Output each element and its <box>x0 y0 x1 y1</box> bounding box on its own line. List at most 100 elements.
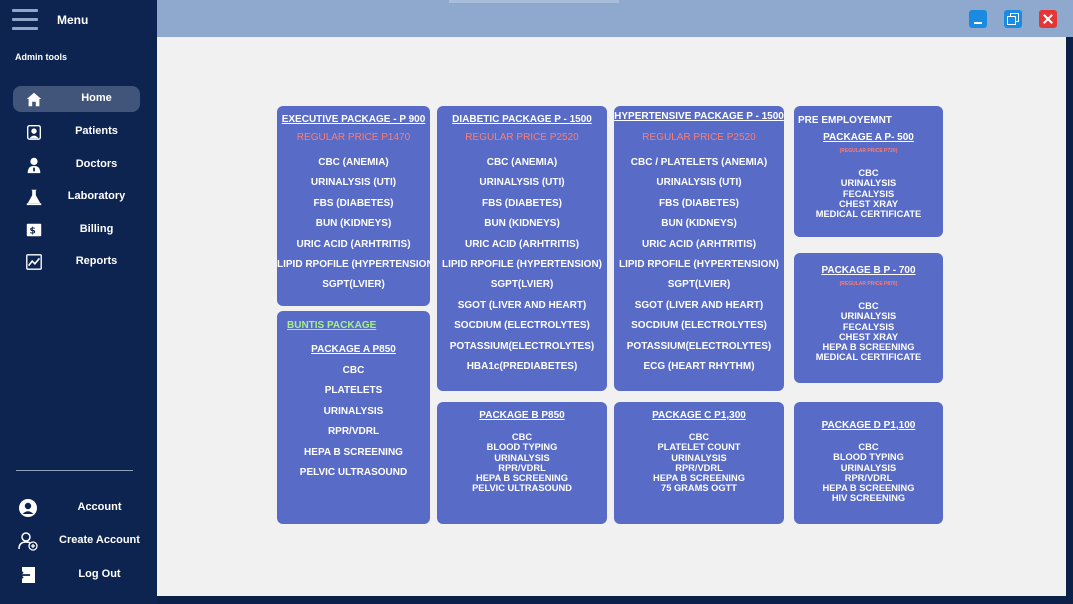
test-item: BLOOD TYPING <box>833 452 904 463</box>
pre-employment-package-a-card[interactable]: PRE EMPLOYEMNT PACKAGE A P- 500 (REGULAR… <box>794 106 943 237</box>
test-item: MEDICAL CERTIFICATE <box>815 209 922 220</box>
test-item: CBC / PLATELETS (ANEMIA) <box>630 157 768 168</box>
test-list: CBC URINALYSIS FECALYSIS CHEST XRAY HEPA… <box>794 301 943 363</box>
restore-icon[interactable] <box>1004 10 1022 28</box>
sidebar-item-patients[interactable]: Patients <box>13 119 140 145</box>
test-item: URINALYSIS <box>840 311 897 322</box>
test-list: CBC URINALYSIS FECALYSIS CHEST XRAY MEDI… <box>794 168 943 219</box>
package-title: EXECUTIVE PACKAGE - P 900 <box>281 114 426 125</box>
home-icon <box>26 92 42 107</box>
test-item: CBC <box>858 442 879 452</box>
sidebar-item-laboratory[interactable]: Laboratory <box>13 184 140 210</box>
log-out-label: Log Out <box>78 568 121 580</box>
buntis-package-b-card[interactable]: PACKAGE B P850 CBC BLOOD TYPING URINALYS… <box>437 402 607 524</box>
regular-price: (REGULAR PRICE P870) <box>839 281 898 287</box>
regular-price: REGULAR PRICE P1470 <box>296 132 411 143</box>
test-item: RPR/VDRL <box>844 472 893 483</box>
hamburger-menu-icon[interactable] <box>12 9 38 31</box>
test-item: SOCDIUM (ELECTROLYTES) <box>454 320 590 332</box>
close-icon[interactable] <box>1039 10 1057 28</box>
executive-package-card[interactable]: EXECUTIVE PACKAGE - P 900 REGULAR PRICE … <box>277 106 430 306</box>
account-button[interactable]: Account <box>0 496 157 520</box>
test-item: URIC ACID (ARHTRITIS) <box>464 238 580 250</box>
test-list: CBC / PLATELETS (ANEMIA) URINALYSIS (UTI… <box>614 153 784 377</box>
add-user-icon <box>18 532 38 551</box>
logout-icon <box>18 567 35 583</box>
test-list: CBC BLOOD TYPING URINALYSIS RPR/VDRL HEP… <box>794 442 943 504</box>
test-item: FBS (DIABETES) <box>659 197 739 209</box>
test-item: HEPA B SCREENING <box>822 342 915 353</box>
test-item: SGPT(LVIER) <box>490 279 554 291</box>
test-list: CBC (ANEMIA) URINALYSIS (UTI) FBS (DIABE… <box>437 153 607 377</box>
test-item: URINALYSIS (UTI) <box>310 177 397 189</box>
test-item: URINALYSIS <box>494 452 550 463</box>
test-item: URINALYSIS <box>840 462 897 473</box>
admin-tools-label: Admin tools <box>15 52 67 62</box>
regular-price: (REGULAR PRICE P720) <box>839 148 898 154</box>
sidebar-item-label: Laboratory <box>67 190 126 202</box>
package-title: PACKAGE B P850 <box>479 410 565 421</box>
test-item: FBS (DIABETES) <box>313 197 394 209</box>
test-item: MEDICAL CERTIFICATE <box>815 352 922 363</box>
test-item: SGOT (LIVER AND HEART) <box>457 299 587 311</box>
test-list: CBC PLATELET COUNT URINALYSIS RPR/VDRL H… <box>614 432 784 494</box>
package-title: PACKAGE A P- 500 <box>823 132 914 143</box>
test-item: URINALYSIS (UTI) <box>479 177 565 189</box>
sidebar-item-billing[interactable]: $ Billing <box>13 217 140 243</box>
test-item: PLATELET COUNT <box>657 442 741 453</box>
test-list: CBC (ANEMIA) URINALYSIS (UTI) FBS (DIABE… <box>277 153 430 296</box>
patients-icon <box>27 125 41 140</box>
test-item: CHEST XRAY <box>838 198 899 209</box>
test-item: SGOT (LIVER AND HEART) <box>634 299 764 311</box>
test-item: URIC ACID (ARHTRITIS) <box>296 238 411 250</box>
buntis-package-a-card[interactable]: BUNTIS PACKAGE PACKAGE A P850 CBC PLATEL… <box>277 311 430 524</box>
buntis-package-c-card[interactable]: PACKAGE C P1,300 CBC PLATELET COUNT URIN… <box>614 402 784 524</box>
buntis-heading: BUNTIS PACKAGE <box>287 320 377 331</box>
sidebar-item-label: Home <box>81 92 112 104</box>
package-title: HYPERTENSIVE PACKAGE P - 1500 <box>614 111 784 122</box>
test-item: CBC <box>858 301 879 311</box>
title-bar <box>157 0 1073 37</box>
test-item: FECALYSIS <box>842 188 895 199</box>
create-account-label: Create Account <box>59 534 140 546</box>
log-out-button[interactable]: Log Out <box>0 563 157 587</box>
create-account-button[interactable]: Create Account <box>0 529 157 553</box>
svg-text:$: $ <box>30 227 36 237</box>
sidebar-divider <box>16 470 133 471</box>
test-item: CHEST XRAY <box>838 331 899 342</box>
sidebar-item-label: Patients <box>75 125 118 137</box>
pre-employment-package-b-card[interactable]: PACKAGE B P - 700 (REGULAR PRICE P870) C… <box>794 253 943 383</box>
reports-icon <box>26 254 42 270</box>
test-item: HBA1c(PREDIABETES) <box>466 361 578 373</box>
main-content: EXECUTIVE PACKAGE - P 900 REGULAR PRICE … <box>157 37 1066 596</box>
test-item: RPR/VDRL <box>675 462 723 473</box>
sidebar-item-label: Billing <box>79 223 114 235</box>
package-title: PACKAGE A P850 <box>311 344 396 355</box>
test-item: URINALYSIS (UTI) <box>656 177 742 189</box>
test-item: SGPT(LVIER) <box>322 279 385 291</box>
sidebar-item-reports[interactable]: Reports <box>13 249 140 275</box>
test-item: POTASSIUM(ELECTROLYTES) <box>626 340 772 352</box>
doctor-icon <box>27 157 41 174</box>
regular-price: REGULAR PRICE P2520 <box>642 132 756 143</box>
test-item: FECALYSIS <box>842 321 895 332</box>
test-item: PELVIC ULTRASOUND <box>472 483 572 494</box>
sidebar-item-home[interactable]: Home <box>13 86 140 112</box>
test-list: CBC BLOOD TYPING URINALYSIS RPR/VDRL HEP… <box>437 432 607 494</box>
test-item: CBC <box>858 168 879 178</box>
test-item: SOCDIUM (ELECTROLYTES) <box>631 320 767 332</box>
buntis-package-d-card[interactable]: PACKAGE D P1,100 CBC BLOOD TYPING URINAL… <box>794 402 943 524</box>
test-item: CBC (ANEMIA) <box>486 157 558 168</box>
test-item: CBC <box>342 365 365 376</box>
package-title: PACKAGE B P - 700 <box>821 265 916 276</box>
minimize-icon[interactable] <box>969 10 987 28</box>
hypertensive-package-card[interactable]: HYPERTENSIVE PACKAGE P - 1500 REGULAR PR… <box>614 106 784 391</box>
diabetic-package-card[interactable]: DIABETIC PACKAGE P - 1500 REGULAR PRICE … <box>437 106 607 391</box>
account-label: Account <box>77 501 122 513</box>
test-item: HEPA B SCREENING <box>476 473 568 484</box>
test-item: RPR/VDRL <box>327 426 380 438</box>
package-title: DIABETIC PACKAGE P - 1500 <box>452 114 592 125</box>
test-item: RPR/VDRL <box>498 462 546 473</box>
test-item: CBC (ANEMIA) <box>318 157 389 168</box>
sidebar-item-doctors[interactable]: Doctors <box>13 152 140 178</box>
